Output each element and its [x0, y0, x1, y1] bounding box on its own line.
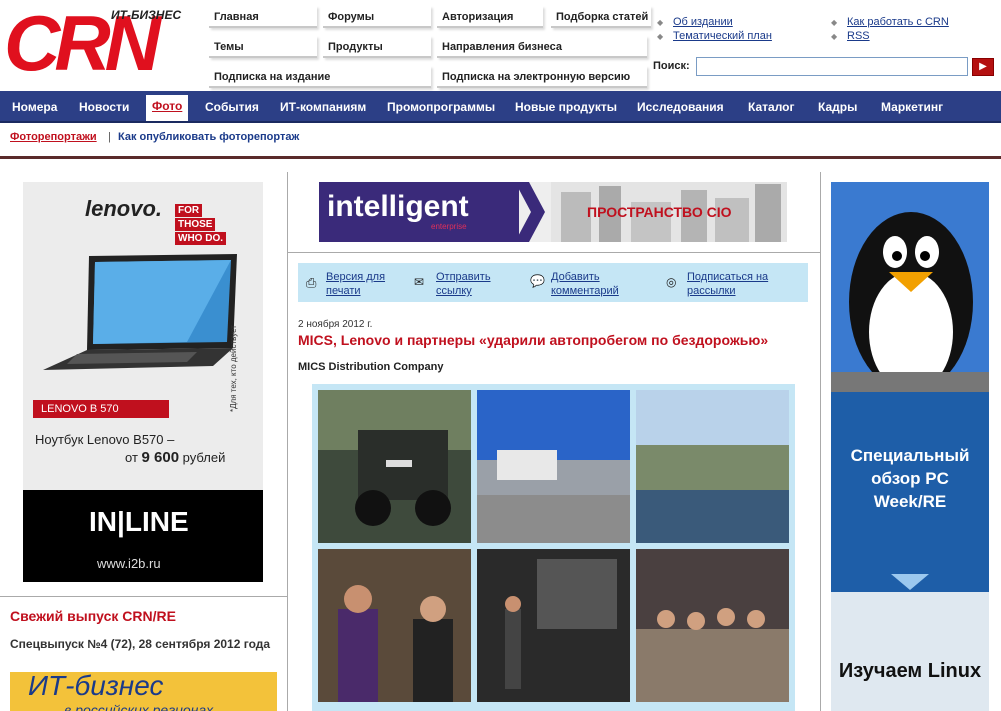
gallery-photo[interactable]	[318, 549, 471, 702]
main-nav: Номера Новости Фото События ИТ-компаниям…	[0, 91, 1001, 123]
subnav-how-to-publish[interactable]: Как опубликовать фоторепортаж	[118, 131, 299, 143]
nav-news[interactable]: Новости	[79, 100, 129, 114]
laptop-image	[43, 254, 237, 370]
issue-cover[interactable]: ИТ-бизнес в российских регионах	[10, 672, 277, 711]
ad-linux-title: Изучаем Linux	[838, 660, 982, 682]
arrow-down-icon	[891, 574, 929, 590]
divider	[820, 172, 821, 711]
top-menu-subscribe[interactable]: Подписка на издание	[209, 66, 431, 88]
photo-gallery	[312, 384, 795, 711]
linux-ad[interactable]: Специальный обзор PC Week/RE Изучаем Lin…	[831, 182, 989, 711]
search-label: Поиск:	[653, 60, 690, 72]
gallery-photo[interactable]	[636, 390, 789, 543]
lenovo-ad[interactable]: lenovo. FOR THOSE WHO DO. *Для тех, кто …	[23, 182, 263, 582]
inline-banner: IN|LINE www.i2b.ru	[23, 490, 263, 582]
subnav-separator: |	[108, 131, 111, 143]
subscribe-icon: ◎	[666, 275, 677, 289]
gallery-photo[interactable]	[318, 390, 471, 543]
ad-desc: Ноутбук Lenovo B570 –	[35, 432, 175, 447]
lenovo-logo: lenovo.	[85, 196, 163, 221]
ad-price-suffix: рублей	[179, 450, 226, 465]
ad-bottom-panel	[831, 592, 989, 711]
gallery-photo[interactable]	[477, 390, 630, 543]
cover-subtitle: в российских регионах	[64, 702, 214, 711]
nav-promo[interactable]: Промопрограммы	[387, 100, 495, 114]
top-menu-topics[interactable]: Темы	[209, 36, 317, 58]
top-menu-products[interactable]: Продукты	[323, 36, 431, 58]
link-how-to[interactable]: Как работать с CRN	[847, 16, 949, 28]
nav-jobs[interactable]: Кадры	[818, 100, 857, 114]
top-menu-home[interactable]: Главная	[209, 6, 317, 28]
email-icon: ✉	[414, 275, 425, 289]
top-menu-articles[interactable]: Подборка статей	[551, 6, 651, 28]
article-date: 2 ноября 2012 г.	[298, 319, 373, 330]
search-button[interactable]: ▶	[972, 58, 994, 76]
crn-logo[interactable]: CRN ИТ-БИЗНЕС	[4, 4, 191, 86]
intelligent-enterprise-banner[interactable]: intelligent enterprise ПРОСТРАНСТВО CIO	[319, 182, 787, 242]
nav-catalog[interactable]: Каталог	[748, 100, 795, 114]
nav-it-companies[interactable]: ИТ-компаниям	[280, 100, 366, 114]
ad-price-prefix: от	[125, 450, 142, 465]
link-rss[interactable]: RSS	[847, 30, 870, 42]
fresh-issue-info: Спецвыпуск №4 (72), 28 сентября 2012 год…	[10, 637, 271, 651]
nav-events[interactable]: События	[205, 100, 259, 114]
arrow-icon: ◆	[657, 32, 664, 41]
send-link-link[interactable]: Отправить ссылку	[436, 270, 506, 298]
ad-url: www.i2b.ru	[97, 556, 161, 571]
logo-subtitle: ИТ-БИЗНЕС	[111, 8, 182, 22]
print-version-link[interactable]: Версия для печати	[326, 270, 396, 298]
ad-model: LENOVO B 570	[33, 400, 169, 418]
comment-icon: 💬	[530, 274, 545, 288]
top-menu-forums[interactable]: Форумы	[323, 6, 431, 28]
sub-nav: Фоторепортажи | Как опубликовать фотореп…	[0, 125, 1001, 159]
add-comment-link[interactable]: Добавить комментарий	[551, 270, 627, 298]
cover-title: ИТ-бизнес	[28, 672, 164, 701]
article-source: MICS Distribution Company	[298, 361, 444, 373]
ad-special-review: Специальный обзор PC Week/RE	[850, 446, 970, 511]
top-menu-login[interactable]: Авторизация	[437, 6, 543, 28]
link-about[interactable]: Об издании	[673, 16, 733, 28]
ad-footnote: *Для тех, кто действует	[229, 325, 238, 412]
top-menu-subscribe-electronic[interactable]: Подписка на электронную версию	[437, 66, 647, 88]
subnav-photo-reports[interactable]: Фоторепортажи	[10, 131, 97, 143]
banner-brand-sub: enterprise	[431, 222, 467, 231]
banner-tagline: ПРОСТРАНСТВО CIO	[587, 204, 732, 220]
article-toolbar: ⎙ Версия для печати ✉ Отправить ссылку 💬…	[298, 263, 808, 302]
subscribe-mailing-link[interactable]: Подписаться на рассылки	[687, 270, 783, 298]
inline-logo: IN|LINE	[89, 506, 189, 537]
print-icon: ⎙	[306, 275, 317, 290]
ad-slogan: THOSE	[175, 218, 216, 231]
article-title: MICS, Lenovo и партнеры «ударили автопро…	[298, 332, 769, 348]
gallery-photo[interactable]	[636, 549, 789, 702]
fresh-issue-title[interactable]: Свежий выпуск CRN/RE	[10, 608, 176, 624]
divider	[288, 252, 820, 253]
banner-chevron	[515, 182, 545, 242]
search-input[interactable]	[696, 57, 968, 76]
nav-new-products[interactable]: Новые продукты	[515, 100, 617, 114]
top-menu-business[interactable]: Направления бизнеса	[437, 36, 647, 58]
banner-brand: intelligent	[327, 190, 469, 223]
arrow-icon: ◆	[831, 32, 838, 41]
penguin-image	[831, 182, 989, 392]
ad-slogan: WHO DO.	[175, 232, 226, 245]
ad-slogan: FOR	[175, 204, 203, 217]
nav-research[interactable]: Исследования	[637, 100, 724, 114]
ad-price: 9 600	[141, 449, 180, 466]
divider	[0, 596, 287, 597]
nav-marketing[interactable]: Маркетинг	[881, 100, 943, 114]
arrow-icon: ◆	[657, 18, 664, 27]
ad-price-line: от 9 600 рублей	[125, 449, 225, 466]
nav-issues[interactable]: Номера	[12, 100, 57, 114]
gallery-photo[interactable]	[477, 549, 630, 702]
arrow-icon: ◆	[831, 18, 838, 27]
link-plan[interactable]: Тематический план	[673, 30, 772, 42]
nav-photo[interactable]: Фото	[146, 95, 189, 121]
